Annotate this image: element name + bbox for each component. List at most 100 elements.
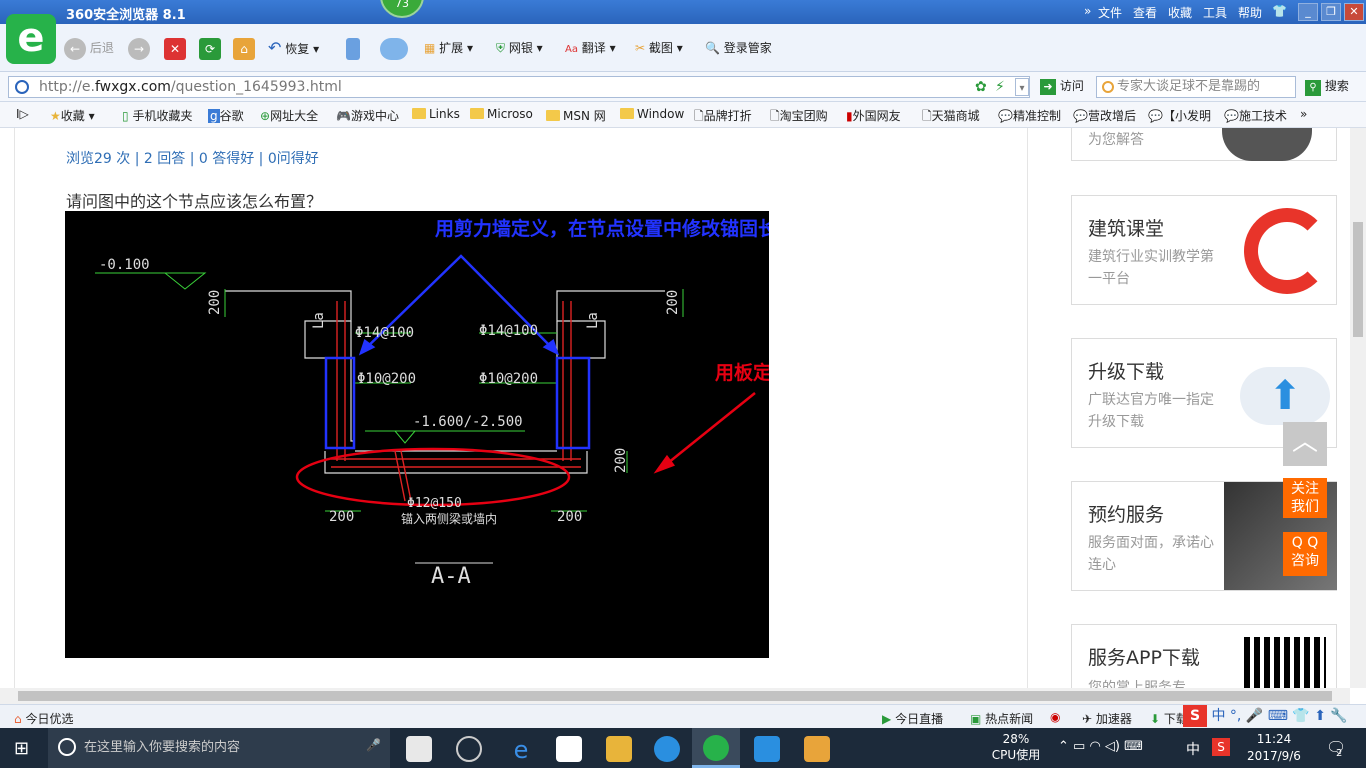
browser-logo-icon[interactable]: e (6, 14, 56, 64)
bookmark-google[interactable]: g 谷歌 (208, 107, 244, 124)
url-dropdown-icon[interactable]: ▾ (1015, 78, 1029, 96)
tray-icons[interactable]: ⌃ ▭ ◠ ◁) ⌨ (1058, 739, 1143, 754)
translate-button[interactable]: Aa 翻译 ▾ (565, 36, 616, 60)
ime-toolbar[interactable]: S 中 °, 🎤 ⌨ 👕 ⬆ 🔧 (1183, 705, 1366, 729)
vertical-scrollbar[interactable] (1350, 128, 1366, 688)
refresh-button[interactable]: ⟳ (199, 36, 221, 60)
bookmarks-bar: I▷ ★收藏 ▾ ▯ 手机收藏夹 g 谷歌 ⊕网址大全 🎮游戏中心 Links M… (0, 102, 1366, 128)
edge-icon[interactable]: e (508, 736, 534, 764)
windows-start-icon[interactable]: ⊞ (14, 738, 29, 759)
key-icon: 🔍 (705, 41, 720, 55)
menu-view[interactable]: 查看 (1133, 4, 1157, 21)
stop-button[interactable]: ✕ (164, 36, 186, 60)
mic-icon[interactable]: 🎤 (366, 738, 381, 752)
menu-tools[interactable]: 工具 (1203, 4, 1227, 21)
menu-overflow-icon[interactable]: » (1084, 4, 1091, 18)
bookmark-games[interactable]: 🎮游戏中心 (336, 107, 399, 124)
bookmark-mobile[interactable]: ▯ 手机收藏夹 (122, 107, 192, 124)
vertical-scroll-thumb[interactable] (1353, 222, 1363, 337)
google-icon: g (208, 109, 220, 123)
record-icon[interactable]: ◉ (1050, 710, 1060, 724)
bookmark-taobao[interactable]: 🗋淘宝团购 (770, 107, 828, 128)
sidebar-card-classroom[interactable]: 建筑课堂 建筑行业实训教学第一平台 (1071, 195, 1337, 305)
stop-icon: ✕ (164, 37, 186, 60)
home-button[interactable]: ⌂ (233, 36, 255, 60)
login-manager-button[interactable]: 🔍 登录管家 (705, 36, 772, 60)
bookmark-sites[interactable]: ⊕网址大全 (260, 107, 318, 124)
netbank-button[interactable]: ⛨ 网银 ▾ (496, 36, 543, 60)
horizontal-scrollbar[interactable] (0, 688, 1350, 704)
back-to-top-icon[interactable]: ︿ (1283, 422, 1327, 466)
status-label: 加速器 (1095, 712, 1132, 726)
home-icon: ⌂ (233, 37, 255, 60)
sidebar-card-answer[interactable]: 为您解答 (1071, 128, 1337, 161)
shirt-icon[interactable]: 👕 (1272, 4, 1287, 18)
restore-tab-button[interactable]: ↶ 恢复 ▾ (268, 36, 319, 60)
notepad-icon[interactable] (804, 736, 830, 762)
taskbar-search-input[interactable]: 在这里输入你要搜索的内容 (48, 728, 390, 768)
screenshot-button[interactable]: ✂ 截图 ▾ (635, 36, 683, 60)
bookmark-invention[interactable]: 💬【小发明 (1148, 107, 1211, 124)
app-swirl-icon[interactable] (456, 736, 482, 762)
menu-help[interactable]: 帮助 (1238, 4, 1262, 21)
bookmark-label: 手机收藏夹 (132, 109, 193, 123)
phone-button[interactable] (346, 36, 360, 60)
extend-button[interactable]: ▦ 扩展 ▾ (424, 36, 473, 60)
phone-icon (346, 37, 360, 60)
spiral-logo-icon (1244, 208, 1330, 294)
sidebar-card-app[interactable]: 服务APP下载 您的掌上服务专 (1071, 624, 1337, 688)
bookmark-msn[interactable]: MSN 网 (546, 107, 606, 124)
search-input[interactable]: 专家大谈足球不是靠踢的 (1096, 76, 1296, 98)
today-live[interactable]: ▶ 今日直播 (882, 710, 943, 727)
taskbar-browser-active[interactable] (692, 728, 740, 768)
bookmark-brand[interactable]: 🗋品牌打折 (694, 107, 752, 128)
forward-button[interactable]: → (128, 36, 150, 60)
store-icon[interactable] (556, 736, 582, 762)
bookmark-microsoft[interactable]: Microso (470, 107, 533, 121)
close-button[interactable]: ✕ (1344, 3, 1364, 21)
tray-ime[interactable]: 中 (1186, 739, 1200, 759)
glodon-icon[interactable] (654, 736, 680, 762)
cloud-upload-icon: ⬆ (1240, 367, 1330, 425)
back-button[interactable]: ← 后退 (64, 36, 114, 60)
clock[interactable]: 11:24 2017/9/6 (1238, 731, 1310, 765)
globe-icon (15, 80, 29, 94)
bookmark-foreign[interactable]: ▮外国网友 (846, 107, 901, 124)
taskview-icon[interactable] (406, 736, 432, 762)
follow-us-button[interactable]: 关注我们 (1283, 478, 1327, 518)
bookmark-tmall[interactable]: 🗋天猫商城 (922, 107, 980, 128)
today-picks[interactable]: ⌂ 今日优选 (14, 710, 73, 727)
search-button[interactable]: ⚲ 搜索 (1305, 77, 1349, 96)
bookmark-vat[interactable]: 💬营改增后 (1073, 107, 1136, 124)
tray-sogou-icon[interactable]: S (1212, 738, 1230, 756)
horizontal-scroll-thumb[interactable] (18, 691, 1332, 701)
cpu-usage[interactable]: 28% CPU使用 (990, 731, 1042, 763)
bookmarks-overflow-icon[interactable]: » (1300, 107, 1307, 121)
elev-top-marker (95, 272, 207, 290)
bookmark-links[interactable]: Links (412, 107, 460, 121)
browser-360-icon (703, 735, 729, 761)
menu-favorites[interactable]: 收藏 (1168, 4, 1192, 21)
accelerator[interactable]: ✈ 加速器 (1082, 710, 1132, 727)
url-input[interactable]: http://e.fwxgx.com/question_1645993.html… (8, 76, 1030, 98)
minimize-button[interactable]: _ (1298, 3, 1318, 21)
bookmark-control[interactable]: 💬精准控制 (998, 107, 1061, 124)
app-plus-icon[interactable] (754, 736, 780, 762)
cloud-button[interactable] (380, 36, 408, 60)
restore-button[interactable]: ❐ (1321, 3, 1341, 21)
menu-file[interactable]: 文件 (1098, 4, 1122, 21)
bookmark-favorites[interactable]: ★收藏 ▾ (50, 107, 95, 124)
bookmark-construction[interactable]: 💬施工技术 (1224, 107, 1287, 124)
bookmark-windows[interactable]: Window (620, 107, 684, 121)
hot-news[interactable]: ▣ 热点新闻 (970, 710, 1033, 727)
file-explorer-icon[interactable] (606, 736, 632, 762)
secure-icon[interactable]: ✿ (975, 77, 987, 97)
question-stats[interactable]: 浏览29 次 | 2 回答 | 0 答得好 | 0问得好 (66, 148, 319, 168)
visit-button[interactable]: ➜ 访问 (1040, 77, 1084, 95)
qq-consult-button[interactable]: Q Q咨询 (1283, 532, 1327, 576)
dim-200-vert-right: 200 (665, 290, 681, 315)
notification-count: 2 (1336, 748, 1343, 759)
sidebar-toggle-icon[interactable]: I▷ (16, 107, 29, 121)
cpu-label: CPU使用 (991, 748, 1041, 762)
lightning-icon[interactable]: ⚡ (995, 77, 1005, 97)
